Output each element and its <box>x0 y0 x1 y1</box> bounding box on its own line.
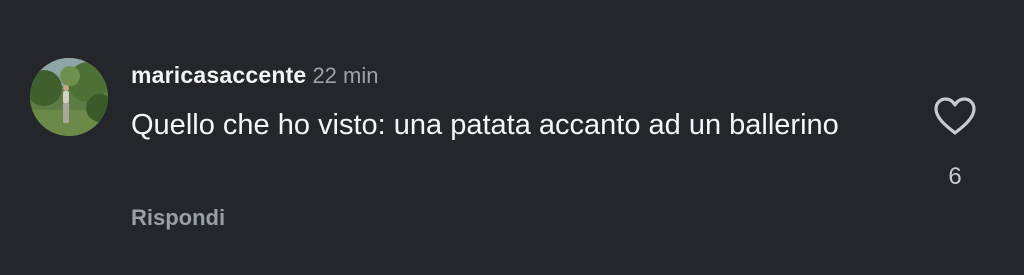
username-link[interactable]: maricasaccente <box>131 62 306 88</box>
comment-header: maricasaccente 22 min <box>131 62 378 92</box>
comment-item: maricasaccente 22 min Quello che ho visto… <box>0 0 1024 275</box>
reply-button[interactable]: Rispondi <box>131 205 225 231</box>
heart-outline-icon <box>934 97 976 135</box>
avatar[interactable] <box>30 58 108 136</box>
like-button[interactable] <box>932 95 978 137</box>
timestamp: 22 min <box>312 63 379 88</box>
avatar-photo <box>30 58 108 136</box>
comment-text: Quello che ho visto: una patata accanto … <box>131 109 839 141</box>
like-count: 6 <box>948 163 962 190</box>
